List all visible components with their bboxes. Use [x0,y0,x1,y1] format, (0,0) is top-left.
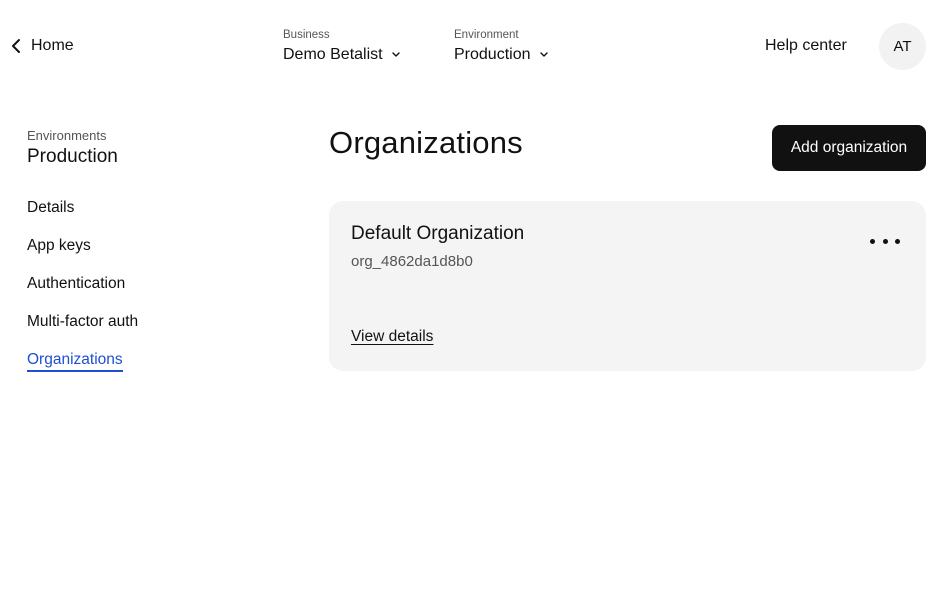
sidebar-caption: Environments [27,128,107,143]
page-title: Organizations [329,125,523,160]
organization-card: Default Organization org_4862da1d8b0 Vie… [329,201,926,371]
dot [870,238,875,244]
chevron-down-icon [391,50,401,60]
sidebar-item-label: Multi-factor auth [27,313,139,330]
view-details-link[interactable]: View details [351,328,433,346]
sidebar-item-label: Authentication [27,275,126,292]
environment-value: Production [454,46,531,63]
help-center-link[interactable]: Help center [765,37,847,55]
sidebar-item-details[interactable]: Details [27,199,138,237]
sidebar-item-label: App keys [27,237,91,254]
home-label: Home [31,37,74,54]
sidebar-item-authentication[interactable]: Authentication [27,275,138,313]
sidebar-nav: Details App keys Authentication Multi-fa… [27,199,138,389]
dot [882,238,888,244]
sidebar-title: Production [27,146,118,167]
more-options-icon[interactable] [870,231,900,251]
sidebar-item-organizations[interactable]: Organizations [27,351,138,389]
business-selector[interactable]: Business Demo Betalist [283,28,401,65]
environment-selector[interactable]: Environment Production [454,28,549,65]
sidebar-item-multi-factor-auth[interactable]: Multi-factor auth [27,313,138,351]
chevron-left-icon [11,36,25,56]
sidebar-item-app-keys[interactable]: App keys [27,237,138,275]
business-value: Demo Betalist [283,46,383,63]
home-link[interactable]: Home [11,36,74,56]
sidebar-item-label: Details [27,199,75,216]
organization-id: org_4862da1d8b0 [351,253,473,270]
environment-caption: Environment [454,29,519,41]
business-caption: Business [283,29,330,41]
sidebar-item-label: Organizations [27,351,123,372]
add-organization-button[interactable]: Add organization [772,125,926,171]
chevron-down-icon [539,50,549,60]
avatar[interactable]: AT [879,23,926,70]
avatar-initials: AT [893,38,912,55]
organization-name: Default Organization [351,223,525,244]
dot [895,238,900,244]
